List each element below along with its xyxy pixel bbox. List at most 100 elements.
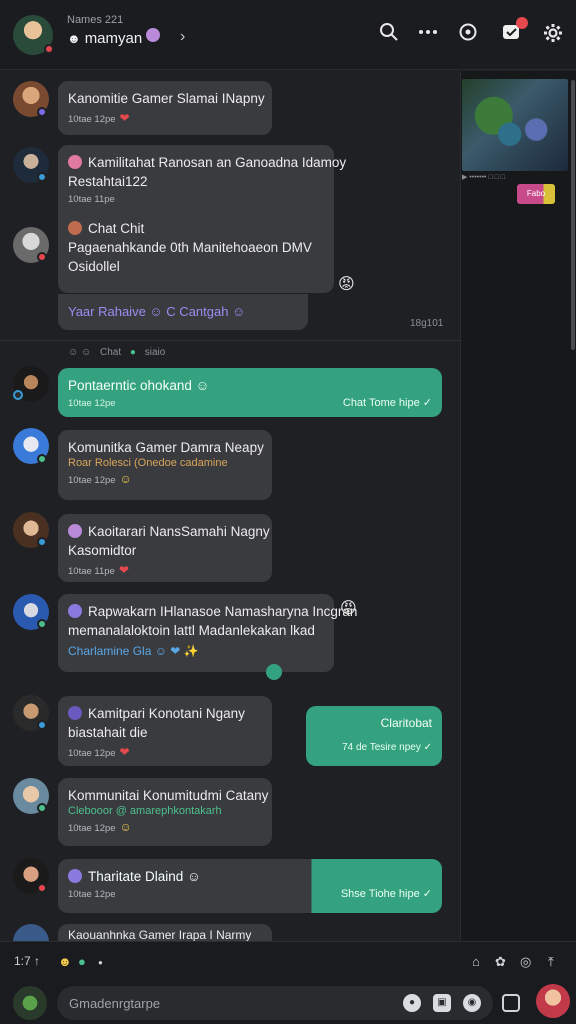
message-meta: 10tae 12pe ☺	[68, 820, 262, 834]
composer-toolbar: 1:7 ↑ ☻ ● ● ⌂ ✿ ◎ ⤒	[0, 942, 576, 982]
message-bubble-outgoing[interactable]: Claritobat 74 de Tesire npey ✓	[306, 706, 442, 766]
emoji-icon[interactable]: ☻	[58, 954, 72, 969]
composer-area: 1:7 ↑ ☻ ● ● ⌂ ✿ ◎ ⤒ ● ▣ ◉	[0, 941, 576, 1024]
chat-header: Names 221 ☻ mamyan ›	[0, 0, 576, 70]
message-status: Shse Tiohe hipe ✓	[340, 888, 432, 900]
more-icon[interactable]	[416, 22, 440, 46]
emoji-reaction-icon[interactable]: 😡	[338, 274, 355, 294]
message-text-content: Kamitpari Konotani Ngany	[88, 706, 245, 721]
side-video-panel: ▶ ••••••• □ □ □ Fabo	[460, 71, 576, 941]
notification-icon[interactable]	[500, 17, 528, 46]
mini-avatar-icon	[68, 155, 82, 169]
message-time: 10tae 12pe	[68, 114, 116, 125]
mini-avatar-icon	[68, 869, 82, 883]
share-icon[interactable]	[502, 994, 520, 1012]
message-text: Tharitate Dlaind ☺	[68, 867, 432, 886]
message-text-content: Kaoitarari NansSamahi Nagny	[88, 524, 270, 539]
profile-button[interactable]	[536, 984, 570, 1018]
message-text: Kommunitai Konumitudmi Catany	[68, 788, 269, 803]
message-time: 10tae 11pe	[68, 566, 115, 577]
divider	[0, 340, 460, 341]
status-dot	[37, 619, 47, 629]
status-icon[interactable]	[456, 22, 480, 46]
search-icon[interactable]	[377, 22, 401, 46]
message-bubble[interactable]: Kommunitai Konumitudmi Catany Clebooor @…	[58, 778, 272, 846]
heart-icon: ❤	[119, 111, 130, 125]
timestamp: 18g101	[410, 318, 444, 329]
message-text: Komunitka Gamer Damra Neapy	[68, 440, 264, 455]
message-text: Claritobat	[380, 716, 432, 730]
system-row: ☺ ☺ Chat ● siaio	[68, 347, 171, 358]
video-thumbnail[interactable]	[462, 79, 568, 171]
camera-icon[interactable]: ◎	[520, 954, 531, 970]
mini-avatar-icon	[68, 706, 82, 720]
mini-avatar-icon	[68, 221, 82, 235]
message-bubble[interactable]: Yaar Rahaive ☺ C Cantgah ☺	[58, 294, 308, 330]
sticker-icon[interactable]: ●	[78, 954, 86, 969]
video-controls[interactable]: ▶ ••••••• □ □ □	[462, 173, 568, 183]
message-status: Chat Tome hipe ✓	[342, 397, 432, 409]
message-text-line2: memanalaloktoin lattl Madanlekakan lkad	[68, 623, 315, 638]
message-bubble[interactable]: Kamilitahat Ranosan an Ganoadna Idamoy R…	[58, 145, 346, 293]
header-name[interactable]: ☻ mamyan	[67, 30, 142, 47]
status-dot	[37, 803, 47, 813]
chevron-right-icon[interactable]: ›	[180, 28, 185, 46]
system-label: Chat	[99, 347, 122, 358]
avatar[interactable]	[13, 924, 49, 942]
message-bubble-outgoing[interactable]: Pontaerntic ohokand ☺ 10tae 12pe Chat To…	[58, 368, 442, 417]
message-input[interactable]	[69, 994, 389, 1012]
chat-bubble-icon[interactable]: ●	[403, 994, 421, 1012]
upload-icon[interactable]: ⤒	[548, 954, 554, 970]
message-meta: 10tae 12pe ❤	[68, 111, 262, 125]
counter-label: 1:7 ↑	[14, 954, 41, 968]
side-tag[interactable]: Fabo	[517, 184, 555, 204]
status-dot	[44, 44, 54, 54]
heart-icon: ❤	[118, 563, 129, 577]
message-bubble[interactable]: Komunitka Gamer Damra Neapy Roar Rolesci…	[58, 430, 272, 500]
status-dot	[13, 390, 23, 400]
message-bubble[interactable]: Kanomitie Gamer Slamai INapny 10tae 12pe…	[58, 81, 272, 135]
message-meta: 10tae 12pe ☺	[68, 472, 262, 486]
scrollbar[interactable]	[571, 80, 575, 350]
settings-icon[interactable]	[541, 22, 565, 46]
message-text: Kamilitahat Ranosan an Ganoadna Idamoy	[68, 153, 346, 172]
message-link[interactable]: Yaar Rahaive ☺ C Cantgah ☺	[68, 302, 298, 321]
message-text: Rapwakarn IHlanasoe Namasharyna Incgran	[68, 602, 357, 621]
image-icon[interactable]: ▣	[433, 994, 451, 1012]
notification-badge	[516, 17, 528, 29]
message-text-content: Chat Chit	[88, 221, 145, 236]
smile-icon: ☺	[119, 472, 132, 486]
message-time: 10tae 12pe	[68, 475, 116, 486]
smile-icon: ☺	[119, 820, 132, 834]
mini-avatar-icon	[68, 524, 82, 538]
header-subtitle: Names 221	[67, 14, 124, 26]
record-icon[interactable]: ◉	[463, 994, 481, 1012]
mini-avatar-icon	[68, 604, 82, 618]
dot-icon: ●	[98, 958, 103, 967]
message-bubble[interactable]: Kaoitarari NansSamahi Nagny Kasomidtor 1…	[58, 514, 272, 582]
message-meta: 10tae 12pe ❤	[68, 745, 262, 759]
my-avatar[interactable]	[13, 986, 47, 1020]
gif-icon[interactable]: ✿	[495, 954, 506, 970]
message-composer[interactable]: ● ▣ ◉	[57, 986, 493, 1020]
message-text-content: Rapwakarn IHlanasoe Namasharyna Incgran	[88, 604, 358, 619]
smile-icon: ☻	[67, 31, 81, 46]
message-bubble[interactable]: Kamitpari Konotani Ngany biastahait die …	[58, 696, 272, 766]
message-subtext: Roar Rolesci (Onedoe cadamine	[68, 457, 228, 469]
status-dot	[37, 720, 47, 730]
message-text-line2: Restahtai122	[68, 174, 148, 189]
emoji-reaction-icon[interactable]: 😡	[340, 598, 357, 618]
message-bubble[interactable]: Kaouanhnka Gamer Irapa I Narmy	[58, 924, 272, 941]
message-bubble[interactable]: Rapwakarn IHlanasoe Namasharyna Incgran …	[58, 594, 357, 672]
message-text: Kaouanhnka Gamer Irapa I Narmy	[68, 928, 252, 941]
online-icon: ●	[129, 347, 136, 358]
message-bubble[interactable]: Tharitate Dlaind ☺ 10tae 12pe Shse Tiohe…	[58, 859, 442, 913]
heart-icon: ❤	[119, 745, 130, 759]
message-text: Chat Chit	[68, 219, 324, 238]
mini-avatar-icon	[146, 28, 160, 42]
message-subtext: Clebooor @ amarephkontakarh	[68, 805, 222, 817]
header-name-label: mamyan	[84, 30, 143, 47]
message-text-content: Kamilitahat Ranosan an Ganoadna Idamoy	[88, 155, 347, 170]
message-text: Pontaerntic ohokand ☺	[68, 378, 210, 393]
home-icon[interactable]: ⌂	[472, 954, 480, 969]
